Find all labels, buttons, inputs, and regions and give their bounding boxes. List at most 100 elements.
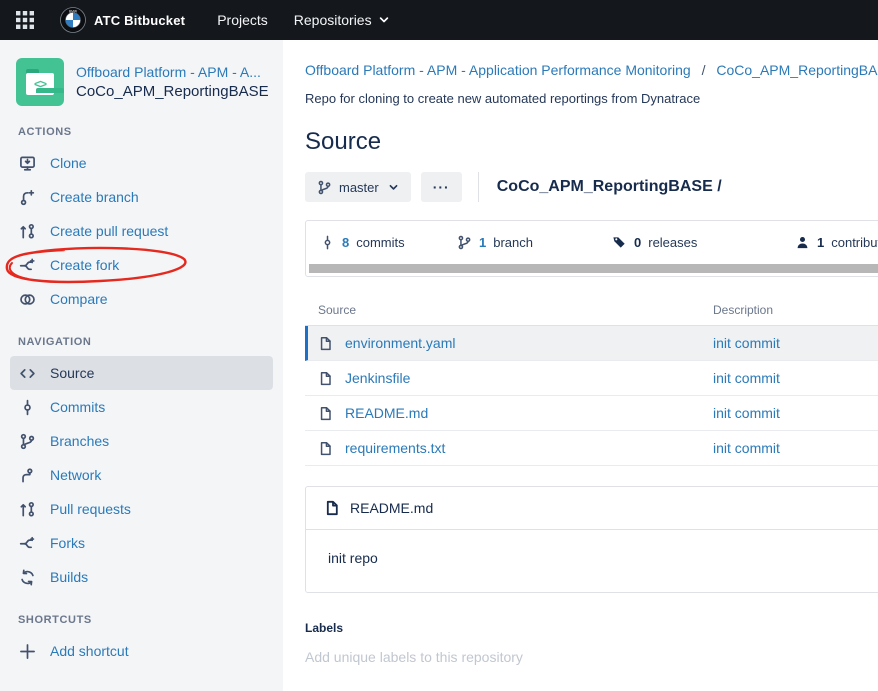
sidebar-item-create-branch[interactable]: Create branch	[10, 180, 273, 214]
file-name-link[interactable]: requirements.txt	[345, 440, 445, 456]
column-header-description: Description	[713, 303, 878, 317]
repo-description: Repo for cloning to create new automated…	[305, 91, 878, 106]
sidebar-item-label: Pull requests	[50, 501, 131, 517]
stat-branches[interactable]: 1 branch	[457, 235, 612, 250]
table-row[interactable]: requirements.txt init commit	[305, 431, 878, 466]
tag-icon	[612, 235, 627, 250]
labels-title: Labels	[305, 621, 878, 635]
readme-panel: README.md init repo	[305, 486, 878, 593]
file-icon	[318, 441, 333, 456]
breadcrumb-repo-link[interactable]: CoCo_APM_ReportingBASE	[716, 62, 878, 78]
commit-message-link[interactable]: init commit	[713, 440, 878, 456]
pull-request-icon	[18, 500, 36, 518]
file-name-link[interactable]: environment.yaml	[345, 335, 456, 351]
file-icon	[318, 336, 333, 351]
branch-icon	[18, 432, 36, 450]
commit-icon	[320, 235, 335, 250]
sidebar-item-label: Branches	[50, 433, 109, 449]
column-header-source: Source	[318, 303, 713, 317]
file-name-link[interactable]: README.md	[345, 405, 428, 421]
network-icon	[18, 466, 36, 484]
file-name-link[interactable]: Jenkinsfile	[345, 370, 410, 386]
section-title-navigation: NAVIGATION	[10, 336, 273, 348]
sidebar-item-label: Create fork	[50, 257, 119, 273]
pull-request-icon	[18, 222, 36, 240]
sidebar-item-label: Source	[50, 365, 94, 381]
horizontal-scrollbar[interactable]	[309, 264, 878, 273]
repo-stats-panel: 8 commits 1 branch 0	[305, 220, 878, 277]
stat-releases[interactable]: 0 releases	[612, 235, 795, 250]
commit-message-link[interactable]: init commit	[713, 405, 878, 421]
sidebar-item-label: Clone	[50, 155, 87, 171]
sidebar-item-commits[interactable]: Commits	[10, 390, 273, 424]
breadcrumb: Offboard Platform - APM - Application Pe…	[305, 62, 878, 78]
breadcrumb-project-link[interactable]: Offboard Platform - APM - Application Pe…	[305, 62, 691, 78]
sidebar-item-create-fork[interactable]: Create fork	[10, 248, 273, 282]
sidebar-item-create-pull-request[interactable]: Create pull request	[10, 214, 273, 248]
sidebar-item-label: Compare	[50, 291, 108, 307]
sidebar-item-builds[interactable]: Builds	[10, 560, 273, 594]
fork-icon	[18, 256, 36, 274]
more-actions-button[interactable]: ···	[421, 172, 462, 202]
file-icon	[318, 371, 333, 386]
top-navigation-bar: BMW ATC Bitbucket Projects Repositories	[0, 0, 878, 40]
readme-content: init repo	[306, 530, 878, 592]
sidebar-item-label: Forks	[50, 535, 85, 551]
builds-icon	[18, 568, 36, 586]
repo-avatar[interactable]: <>	[16, 58, 64, 106]
sidebar-item-label: Create pull request	[50, 223, 168, 239]
sidebar-repo-name: CoCo_APM_ReportingBASE	[76, 83, 267, 100]
sidebar-item-branches[interactable]: Branches	[10, 424, 273, 458]
sidebar-item-label: Network	[50, 467, 101, 483]
sidebar-item-clone[interactable]: Clone	[10, 146, 273, 180]
repository-sidebar: <> Offboard Platform - APM - A... CoCo_A…	[0, 40, 283, 691]
stat-contributors[interactable]: 1 contributor	[795, 235, 878, 250]
brand-home-link[interactable]: BMW ATC Bitbucket	[60, 7, 185, 33]
commit-message-link[interactable]: init commit	[713, 335, 878, 351]
chevron-down-icon	[388, 182, 399, 193]
sidebar-item-network[interactable]: Network	[10, 458, 273, 492]
fork-icon	[18, 534, 36, 552]
sidebar-item-compare[interactable]: Compare	[10, 282, 273, 316]
sidebar-item-repository-settings[interactable]: Repository settings	[10, 684, 273, 691]
code-icon	[18, 364, 36, 382]
sidebar-item-pull-requests[interactable]: Pull requests	[10, 492, 273, 526]
sidebar-project-link[interactable]: Offboard Platform - APM - A...	[76, 64, 267, 80]
file-icon	[318, 406, 333, 421]
branch-icon	[317, 180, 332, 195]
main-content: Offboard Platform - APM - Application Pe…	[283, 40, 878, 691]
branch-selector-value: master	[339, 180, 379, 195]
chevron-down-icon	[378, 14, 390, 26]
app-title: ATC Bitbucket	[94, 13, 185, 28]
labels-input-placeholder[interactable]: Add unique labels to this repository	[305, 649, 878, 665]
app-switcher-icon[interactable]	[16, 11, 34, 29]
table-row[interactable]: Jenkinsfile init commit	[305, 361, 878, 396]
plus-icon	[18, 642, 36, 660]
sidebar-item-label: Builds	[50, 569, 88, 585]
commit-icon	[18, 398, 36, 416]
bmw-logo-icon: BMW	[60, 7, 86, 33]
file-table: Source Description environment.yaml init…	[305, 297, 878, 466]
readme-filename[interactable]: README.md	[350, 500, 433, 516]
sidebar-item-source[interactable]: Source	[10, 356, 273, 390]
breadcrumb-separator: /	[702, 62, 706, 78]
section-title-actions: ACTIONS	[10, 126, 273, 138]
page-title: Source	[305, 128, 878, 156]
stat-commits[interactable]: 8 commits	[320, 235, 457, 250]
table-row[interactable]: environment.yaml init commit	[305, 326, 878, 361]
file-icon	[324, 500, 340, 516]
sidebar-item-label: Add shortcut	[50, 643, 129, 659]
sidebar-item-forks[interactable]: Forks	[10, 526, 273, 560]
commit-message-link[interactable]: init commit	[713, 370, 878, 386]
nav-repositories[interactable]: Repositories	[294, 12, 390, 28]
compare-icon	[18, 290, 36, 308]
repo-path-title: CoCo_APM_ReportingBASE /	[497, 178, 722, 196]
create-branch-icon	[18, 188, 36, 206]
nav-projects[interactable]: Projects	[217, 12, 268, 28]
labels-section: Labels Add unique labels to this reposit…	[305, 621, 878, 665]
table-row[interactable]: README.md init commit	[305, 396, 878, 431]
toolbar-divider	[478, 172, 479, 202]
sidebar-item-add-shortcut[interactable]: Add shortcut	[10, 634, 273, 668]
branch-selector-button[interactable]: master	[305, 172, 411, 202]
sidebar-item-label: Create branch	[50, 189, 139, 205]
